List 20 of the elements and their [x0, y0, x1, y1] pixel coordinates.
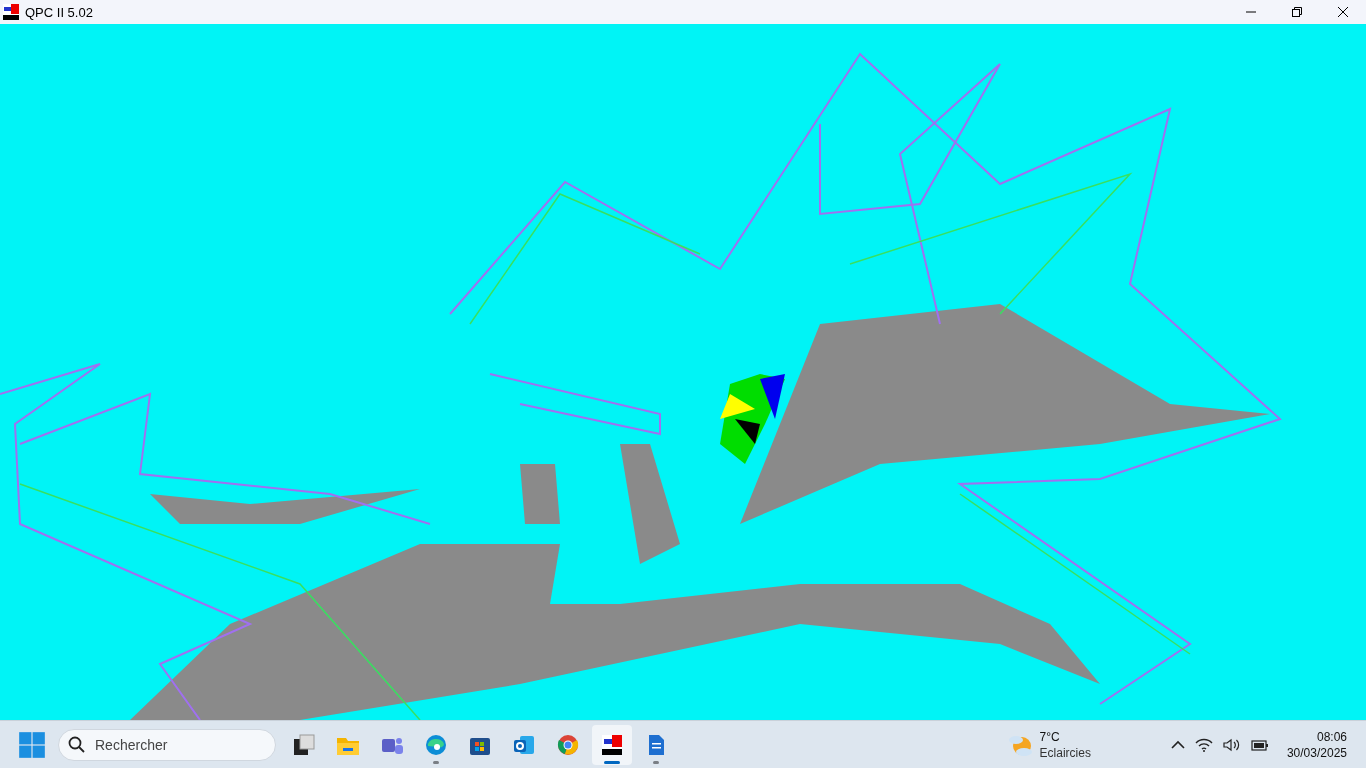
weather-condition: Eclaircies [1039, 744, 1091, 761]
close-icon [1338, 7, 1348, 17]
clock[interactable]: 08:06 30/03/2025 [1286, 728, 1347, 761]
temperature-text: 7°C [1039, 728, 1061, 745]
battery-icon[interactable] [1250, 737, 1269, 752]
restore-icon [1292, 7, 1302, 17]
edge-app-icon [424, 732, 448, 757]
search-icon [68, 735, 86, 754]
wifi-icon[interactable] [1194, 737, 1213, 752]
clock-date: 30/03/2025 [1286, 744, 1347, 761]
speaker-icon[interactable] [1222, 737, 1241, 752]
caret-up-icon[interactable] [1170, 739, 1185, 750]
clock-time: 08:06 [1316, 728, 1347, 745]
window-title: QPC II 5.02 [25, 4, 94, 20]
search-field[interactable]: Rechercher [58, 728, 276, 761]
app-logo-icon [3, 4, 19, 20]
taskview-app-icon [292, 732, 316, 757]
start-button[interactable] [18, 730, 46, 759]
chrome-app-icon [556, 732, 580, 757]
taskbar-app-button[interactable] [592, 724, 632, 765]
